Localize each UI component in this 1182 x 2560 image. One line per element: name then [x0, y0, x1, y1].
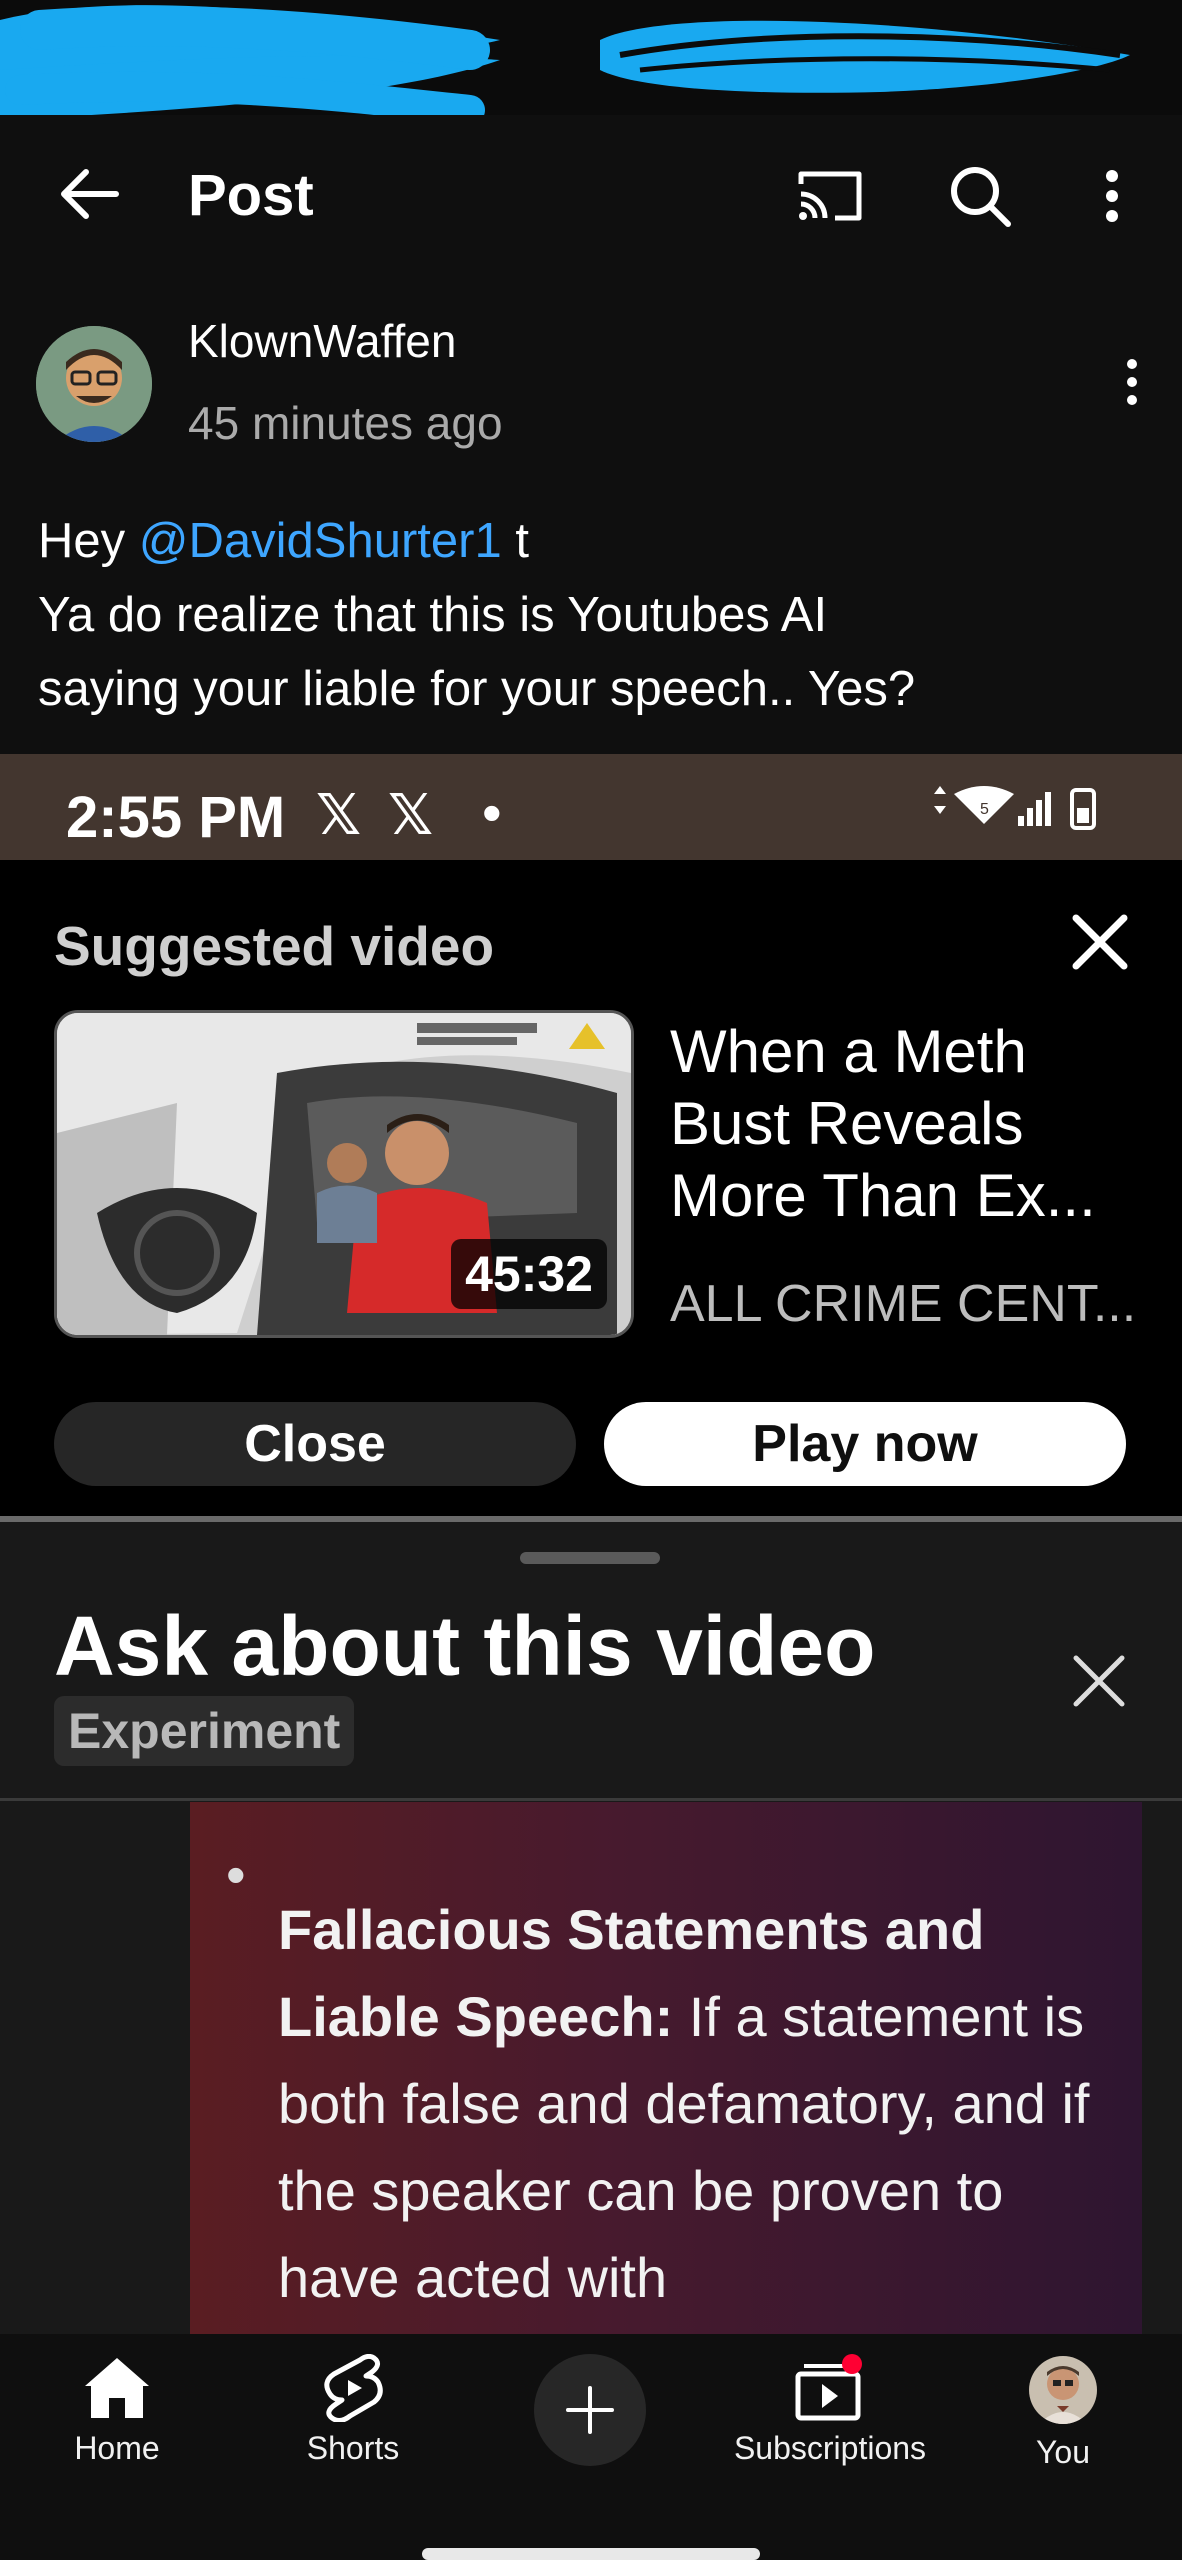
nav-shorts[interactable]: Shorts	[258, 2354, 448, 2467]
video-thumbnail[interactable]: 45:32	[54, 1010, 634, 1338]
nav-home-label: Home	[74, 2430, 160, 2466]
embedded-status-time: 2:55 PM	[66, 785, 286, 850]
back-arrow-icon	[61, 169, 119, 219]
close-button[interactable]: Close	[54, 1402, 576, 1486]
more-options-button[interactable]	[1080, 154, 1144, 238]
subscriptions-icon	[795, 2354, 862, 2421]
post-attached-image[interactable]: 2:55 PM 𝕏 𝕏 • 5 Suggested video 45:32 Wh…	[0, 754, 1182, 1520]
home-icon	[85, 2358, 149, 2418]
post-more-button[interactable]	[1108, 352, 1156, 412]
post-text-prefix: Hey	[38, 514, 139, 568]
profile-avatar-icon	[1029, 2356, 1097, 2424]
nav-you[interactable]: You	[968, 2354, 1158, 2471]
nav-subscriptions[interactable]: Subscriptions	[730, 2354, 930, 2467]
ask-about-video-panel: Ask about this video Experiment • Fallac…	[0, 1522, 1182, 2334]
suggested-video-channel: ALL CRIME CENT...	[670, 1275, 1137, 1333]
cast-button[interactable]	[780, 158, 880, 234]
post-line-2: Ya do realize that this is Youtubes AI	[38, 588, 828, 642]
nav-shorts-label: Shorts	[306, 2430, 400, 2466]
ai-answer-content: • Fallacious Statements and Liable Speec…	[190, 1802, 1142, 2334]
post-timestamp: 45 minutes ago	[188, 397, 503, 449]
suggested-video-heading: Suggested video	[54, 915, 495, 977]
post-line-1: Hey @DavidShurter1 t	[38, 504, 1148, 578]
nav-you-label: You	[1036, 2434, 1090, 2470]
search-icon	[951, 167, 1011, 227]
status-bar-redacted	[0, 0, 1182, 115]
gesture-navigation-bar[interactable]	[422, 2548, 760, 2560]
bottom-navigation: Home Shorts Subscriptions You	[0, 2334, 1182, 2560]
post-line-3: saying your liable for your speech.. Yes…	[38, 662, 916, 716]
suggested-close-button[interactable]	[1062, 904, 1138, 980]
ask-panel-close-button[interactable]	[1064, 1646, 1134, 1716]
back-button[interactable]	[40, 158, 136, 230]
close-icon	[1072, 914, 1128, 970]
drag-handle[interactable]	[520, 1552, 660, 1564]
mention-link[interactable]: @DavidShurter1	[139, 514, 502, 568]
scribble-redaction	[0, 5, 1130, 115]
create-button[interactable]	[534, 2354, 646, 2466]
play-now-button[interactable]: Play now	[604, 1402, 1126, 1486]
ai-answer-text: Fallacious Statements and Liable Speech:…	[278, 1886, 1118, 2321]
ask-panel-title: Ask about this video	[54, 1599, 876, 1693]
close-icon	[1073, 1655, 1125, 1707]
plus-icon	[566, 2386, 614, 2434]
post-body: Hey @DavidShurter1 t Ya do realize that …	[38, 504, 1148, 726]
nav-subscriptions-label: Subscriptions	[733, 2430, 927, 2466]
post-text-suffix: t	[501, 514, 529, 568]
notification-dot-icon: •	[482, 781, 502, 844]
video-duration-badge: 45:32	[451, 1239, 607, 1309]
x-app-icon: 𝕏	[316, 783, 362, 846]
suggested-video-title[interactable]: When a Meth Bust Reveals More Than Ex...	[670, 1016, 1150, 1232]
avatar-image	[36, 326, 152, 442]
author-name[interactable]: KlownWaffen	[188, 314, 456, 368]
app-header: Post	[0, 118, 1182, 268]
shorts-icon	[324, 2354, 383, 2422]
nav-home[interactable]: Home	[22, 2354, 212, 2467]
notification-badge	[842, 2354, 862, 2374]
svg-text:5: 5	[980, 801, 989, 818]
system-status-icons: 5	[934, 786, 1096, 830]
search-button[interactable]	[930, 154, 1030, 238]
cast-icon	[798, 171, 862, 221]
x-app-icon: 𝕏	[388, 783, 434, 846]
page-title: Post	[188, 163, 314, 228]
bullet-icon: •	[226, 1843, 246, 1906]
more-vertical-icon	[1127, 359, 1137, 405]
more-vertical-icon	[1106, 170, 1118, 222]
embedded-status-bar: 2:55 PM 𝕏 𝕏 • 5	[0, 754, 1182, 860]
experiment-badge: Experiment	[54, 1696, 355, 1766]
ask-panel-separator	[0, 1798, 1182, 1801]
author-avatar[interactable]	[36, 326, 152, 442]
